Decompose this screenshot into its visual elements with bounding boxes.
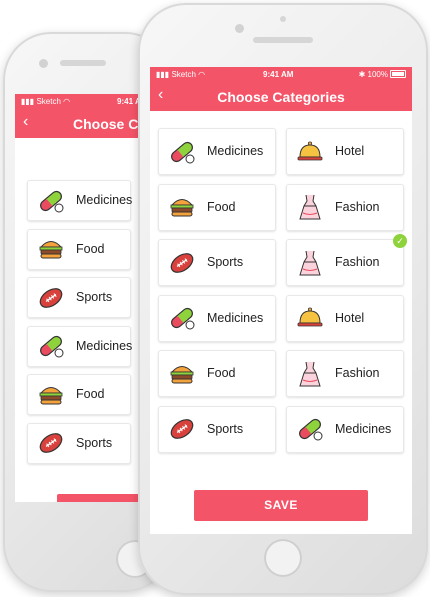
football-icon — [36, 428, 66, 458]
carrier-label: ▮▮▮ Sketch ◠ — [21, 97, 71, 106]
category-card[interactable]: Food — [158, 183, 276, 231]
chevron-left-icon[interactable]: ‹ — [23, 114, 28, 130]
carrier-label: ▮▮▮ Sketch ◠ — [156, 70, 206, 79]
service-bell-icon — [295, 303, 325, 333]
category-card[interactable]: Hotel — [286, 294, 404, 342]
pill-icon — [295, 414, 325, 444]
category-card[interactable]: Hotel — [286, 128, 404, 175]
burger-icon — [36, 234, 66, 264]
category-card[interactable]: Medicines — [27, 180, 133, 221]
sensor — [280, 16, 286, 22]
check-icon: ✓ — [393, 234, 407, 248]
category-label: Medicines — [207, 310, 264, 325]
pill-icon — [167, 137, 197, 167]
category-label: Medicines — [76, 193, 133, 207]
category-label: Fashion — [335, 199, 380, 214]
category-label: Hotel — [335, 310, 365, 325]
category-label: Food — [207, 366, 236, 380]
page-title: Choose Ca — [73, 116, 147, 132]
category-card[interactable]: Food — [158, 350, 276, 397]
pill-icon — [36, 331, 66, 361]
category-label: Food — [76, 387, 105, 401]
category-label: Sports — [76, 435, 113, 450]
category-card[interactable]: Food — [27, 374, 131, 415]
category-label: Fashion — [335, 255, 380, 269]
save-button[interactable]: SAVE — [194, 490, 368, 521]
category-card[interactable]: Sports — [27, 277, 131, 318]
football-icon — [167, 414, 197, 444]
category-card[interactable]: Food — [27, 228, 131, 270]
category-card[interactable]: Fashion — [286, 350, 404, 397]
burger-icon — [167, 359, 197, 389]
front-camera — [39, 59, 48, 68]
category-label: Sports — [207, 421, 244, 436]
dress-icon — [295, 359, 325, 389]
front-camera — [235, 24, 244, 33]
home-button[interactable] — [264, 539, 302, 577]
burger-icon — [167, 192, 197, 222]
category-label: Medicines — [207, 144, 264, 158]
category-card[interactable]: Medicines — [27, 325, 133, 367]
category-card[interactable]: Fashion — [286, 183, 404, 231]
category-label: Sports — [76, 290, 113, 304]
pill-icon — [36, 186, 66, 216]
category-label: Hotel — [335, 144, 365, 158]
category-label: Food — [76, 241, 105, 256]
category-card[interactable]: Medicines — [286, 405, 404, 453]
battery-indicator: ✱ 100% — [359, 70, 406, 79]
page-title: Choose Categories — [217, 89, 345, 105]
category-card[interactable]: Sports — [158, 405, 276, 453]
football-icon — [36, 283, 66, 313]
category-card[interactable]: Medicines — [158, 128, 276, 175]
category-card[interactable]: Sports — [27, 422, 131, 464]
burger-icon — [36, 380, 66, 410]
front-screen: ▮▮▮ Sketch ◠ 9:41 AM ✱ 100% ‹ Choose Cat… — [150, 67, 412, 534]
service-bell-icon — [295, 137, 325, 167]
pill-icon — [167, 303, 197, 333]
status-bar: ▮▮▮ Sketch ◠ 9:41 AM ✱ 100% — [150, 67, 412, 81]
football-icon — [167, 248, 197, 278]
front-phone: ▮▮▮ Sketch ◠ 9:41 AM ✱ 100% ‹ Choose Cat… — [138, 3, 428, 595]
category-card[interactable]: Medicines — [158, 294, 276, 342]
category-label: Sports — [207, 255, 244, 269]
dress-icon — [295, 248, 325, 278]
nav-bar: ‹ Choose Categories — [150, 81, 412, 111]
category-label: Fashion — [335, 366, 380, 380]
category-card[interactable]: Fashion ✓ — [286, 234, 407, 286]
category-label: Medicines — [335, 421, 392, 436]
clock: 9:41 AM — [263, 70, 294, 79]
category-label: Medicines — [76, 338, 133, 353]
category-label: Food — [207, 199, 236, 214]
category-card[interactable]: Sports — [158, 239, 276, 286]
speaker — [253, 37, 313, 43]
battery-icon — [390, 70, 406, 78]
dress-icon — [295, 192, 325, 222]
speaker — [60, 60, 106, 66]
